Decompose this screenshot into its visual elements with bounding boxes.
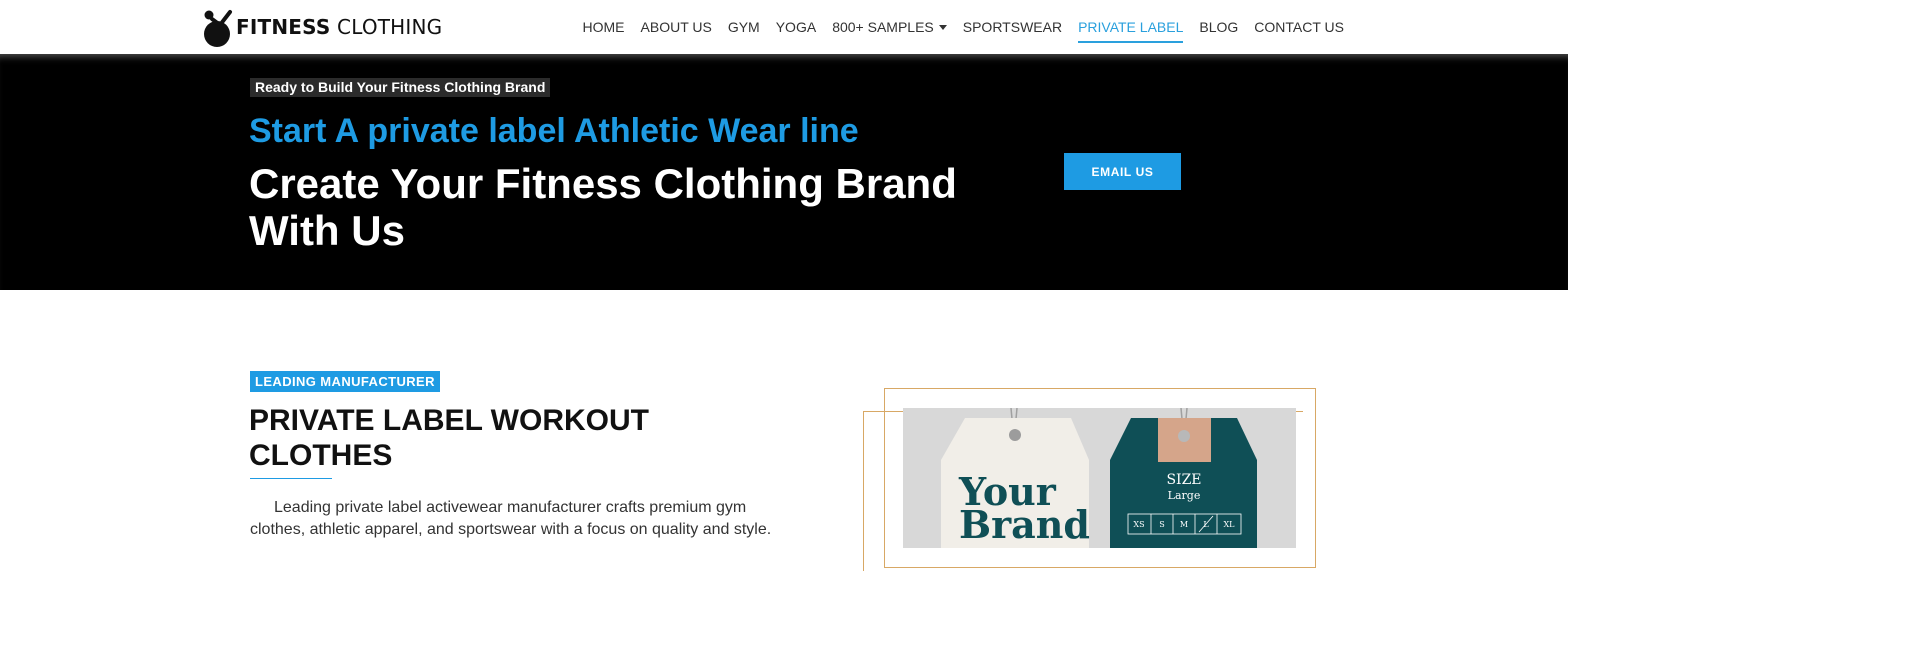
tag-text-brand: Brand <box>959 502 1090 547</box>
nav-contact-us[interactable]: CONTACT US <box>1254 17 1344 37</box>
nav-yoga[interactable]: YOGA <box>776 17 816 37</box>
main-nav: HOME ABOUT US GYM YOGA 800+ SAMPLES SPOR… <box>583 0 1344 54</box>
nav-sportswear[interactable]: SPORTSWEAR <box>963 17 1062 37</box>
section-badge: LEADING MANUFACTURER <box>250 371 440 392</box>
nav-samples[interactable]: 800+ SAMPLES <box>832 17 947 37</box>
size-xs: XS <box>1133 520 1144 529</box>
email-us-button[interactable]: EMAIL US <box>1064 153 1181 190</box>
hero-tag: Ready to Build Your Fitness Clothing Bra… <box>250 78 551 97</box>
nav-blog[interactable]: BLOG <box>1199 17 1238 37</box>
section-body: Leading private label activewear manufac… <box>250 499 772 538</box>
hero-banner: Ready to Build Your Fitness Clothing Bra… <box>0 54 1568 290</box>
site-logo[interactable]: FITNESS CLOTHING <box>200 6 442 48</box>
section-title: PRIVATE LABEL WORKOUT CLOTHES <box>249 404 649 472</box>
logo-mark-icon <box>204 10 232 47</box>
title-divider <box>250 478 332 479</box>
nav-private-label[interactable]: PRIVATE LABEL <box>1078 17 1184 43</box>
nav-home[interactable]: HOME <box>583 17 625 37</box>
hero-title: Create Your Fitness Clothing Brand With … <box>249 160 957 254</box>
nav-about-us[interactable]: ABOUT US <box>641 17 712 37</box>
size-l: L <box>1203 520 1209 529</box>
logo-text: FITNESS CLOTHING <box>236 15 443 39</box>
nav-samples-label: 800+ SAMPLES <box>832 19 934 35</box>
size-xl: XL <box>1223 520 1235 529</box>
tag-text-large: Large <box>1168 489 1201 502</box>
size-s: S <box>1159 520 1164 529</box>
site-header: FITNESS CLOTHING HOME ABOUT US GYM YOGA … <box>0 0 1568 54</box>
hang-tags-image: Your Brand SIZE Large XS S M L XL <box>903 408 1296 548</box>
caret-down-icon <box>938 25 947 30</box>
tag-text-size: SIZE <box>1166 472 1201 488</box>
size-m: M <box>1180 520 1188 529</box>
hero-subtitle: Start A private label Athletic Wear line <box>249 112 859 150</box>
nav-gym[interactable]: GYM <box>728 17 760 37</box>
